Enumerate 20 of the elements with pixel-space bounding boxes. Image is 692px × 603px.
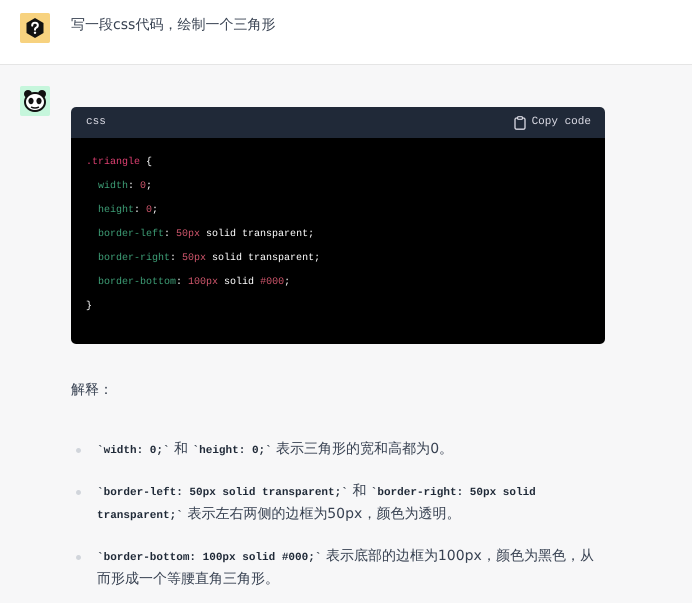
code-line: .triangle { — [86, 156, 152, 170]
code-line: border-bottom: 100px solid #000; — [97, 276, 290, 290]
panda-avatar-icon — [20, 86, 50, 116]
clipboard-icon — [514, 116, 526, 130]
help-avatar-icon — [20, 13, 50, 43]
code-line: border-right: 50px solid transparent; — [97, 252, 320, 266]
bullet-icon — [76, 555, 81, 560]
code-language-label: css — [86, 115, 106, 130]
code-line: width: 0; — [97, 180, 152, 194]
bullet-icon — [76, 490, 81, 495]
bullet-text: `width: 0;` 和 `height: 0;` 表示三角形的宽和高都为0。 — [97, 440, 454, 459]
explanation-heading: 解释： — [71, 381, 113, 400]
code-line: } — [86, 300, 92, 314]
bullet-icon — [76, 448, 81, 453]
bullet-text: `border-bottom: 100px solid #000;` 表示底部的边框为100px，颜色为黑色，从而形成一个等腰直角三角形。 — [97, 547, 595, 589]
bullet-text: `border-left: 50px solid transparent;` 和 `border-right: 50px solid transparent;` 表示左右两侧的边框为50px，颜色为透明。 — [97, 482, 537, 524]
code-line: height: 0; — [97, 204, 158, 218]
copy-code-button[interactable]: Copy code — [514, 112, 591, 133]
question-text: 写一段css代码，绘制一个三角形 — [71, 16, 276, 35]
code-line: border-left: 50px solid transparent; — [97, 228, 314, 242]
